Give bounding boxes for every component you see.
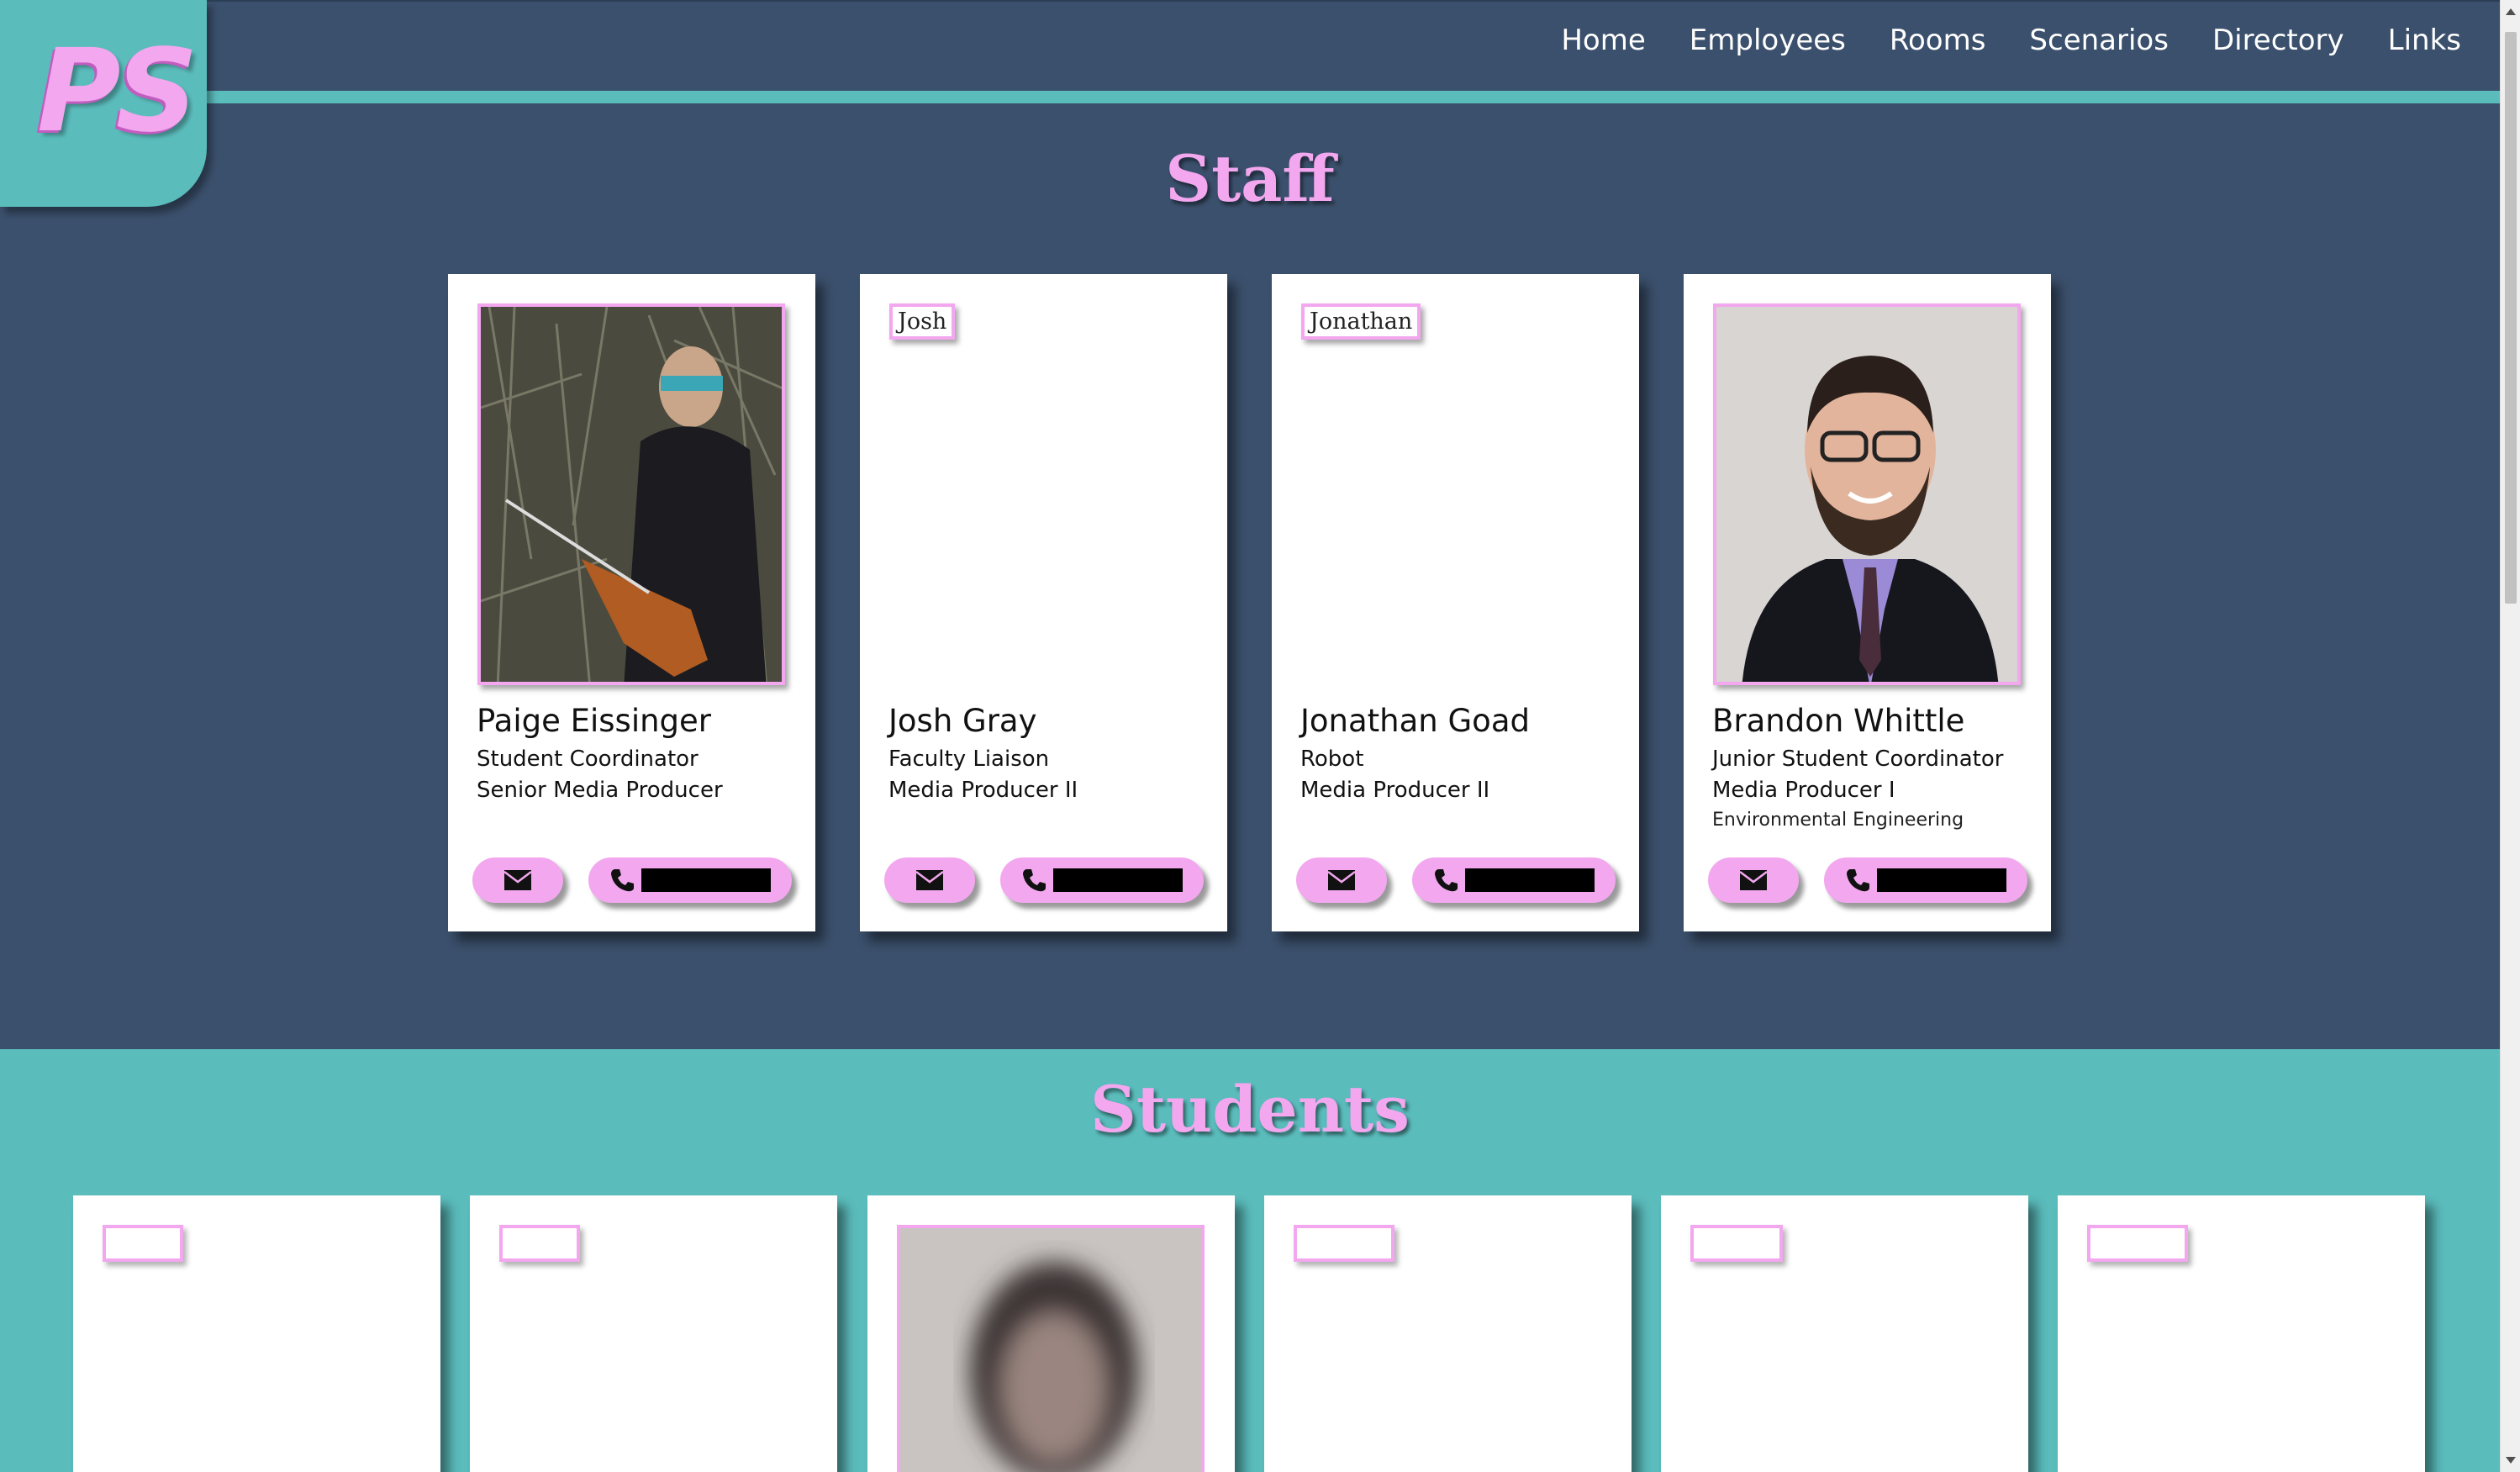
blurred-portrait-photo bbox=[900, 1228, 1201, 1472]
student-card bbox=[470, 1195, 837, 1472]
staff-role: Robot bbox=[1300, 747, 1364, 772]
staff-role: Senior Media Producer bbox=[477, 778, 723, 803]
phone-icon bbox=[1435, 869, 1458, 892]
broken-photo: Jonathan bbox=[1301, 303, 1421, 340]
staff-card: Josh Josh Gray Faculty Liaison Media Pro… bbox=[860, 274, 1227, 931]
scroll-up-icon[interactable] bbox=[2506, 8, 2516, 15]
email-button[interactable] bbox=[884, 857, 975, 903]
staff-name: Paige Eissinger bbox=[477, 703, 712, 739]
redacted-phone-number bbox=[1877, 868, 2006, 892]
student-card bbox=[73, 1195, 440, 1472]
scroll-thumb[interactable] bbox=[2505, 32, 2517, 604]
student-card bbox=[1264, 1195, 1632, 1472]
phone-button[interactable] bbox=[588, 857, 792, 903]
students-title: Students bbox=[1090, 1072, 1410, 1147]
staff-name: Josh Gray bbox=[888, 703, 1037, 739]
staff-name: Jonathan Goad bbox=[1300, 703, 1530, 739]
broken-photo bbox=[499, 1225, 580, 1262]
page-scrollbar[interactable] bbox=[2500, 0, 2520, 1472]
logo-text: PS bbox=[37, 25, 198, 158]
staff-photo bbox=[1713, 303, 2021, 685]
broken-photo bbox=[1294, 1225, 1394, 1262]
student-card bbox=[867, 1195, 1235, 1472]
staff-card: Jonathan Jonathan Goad Robot Media Produ… bbox=[1272, 274, 1639, 931]
envelope-icon bbox=[1327, 870, 1356, 890]
redacted-phone-number bbox=[641, 868, 771, 892]
phone-button[interactable] bbox=[1000, 857, 1204, 903]
staff-card: Brandon Whittle Junior Student Coordinat… bbox=[1684, 274, 2051, 931]
redacted-phone-number bbox=[1465, 868, 1595, 892]
broken-photo bbox=[2087, 1225, 2188, 1262]
staff-department: Environmental Engineering bbox=[1712, 810, 1964, 831]
staff-name: Brandon Whittle bbox=[1712, 703, 1965, 739]
student-card bbox=[2058, 1195, 2425, 1472]
broken-photo bbox=[1690, 1225, 1783, 1262]
logo[interactable]: PS bbox=[0, 0, 207, 207]
guitarist-photo bbox=[481, 307, 782, 682]
envelope-icon bbox=[503, 870, 532, 890]
nav-rooms[interactable]: Rooms bbox=[1890, 24, 1986, 57]
phone-icon bbox=[1023, 869, 1046, 892]
redacted-phone-number bbox=[1053, 868, 1183, 892]
nav-links[interactable]: Links bbox=[2388, 24, 2461, 57]
phone-button[interactable] bbox=[1412, 857, 1616, 903]
student-photo bbox=[897, 1225, 1205, 1472]
email-button[interactable] bbox=[472, 857, 563, 903]
nav-employees[interactable]: Employees bbox=[1690, 24, 1846, 57]
staff-photo bbox=[477, 303, 785, 685]
staff-title: Staff bbox=[1165, 141, 1335, 216]
portrait-photo bbox=[1716, 307, 2017, 682]
broken-photo bbox=[103, 1225, 183, 1262]
nav-scenarios[interactable]: Scenarios bbox=[2029, 24, 2169, 57]
staff-role: Media Producer II bbox=[1300, 778, 1490, 803]
nav-home[interactable]: Home bbox=[1561, 24, 1645, 57]
phone-button[interactable] bbox=[1824, 857, 2027, 903]
email-button[interactable] bbox=[1296, 857, 1387, 903]
email-button[interactable] bbox=[1708, 857, 1799, 903]
staff-role: Media Producer I bbox=[1712, 778, 1895, 803]
staff-role: Media Producer II bbox=[888, 778, 1078, 803]
main-nav: Home Employees Rooms Scenarios Directory… bbox=[1517, 24, 2461, 57]
staff-card: Paige Eissinger Student Coordinator Seni… bbox=[448, 274, 815, 931]
staff-role: Faculty Liaison bbox=[888, 747, 1050, 772]
envelope-icon bbox=[915, 870, 944, 890]
envelope-icon bbox=[1739, 870, 1768, 890]
broken-photo: Josh bbox=[889, 303, 956, 340]
student-card bbox=[1661, 1195, 2028, 1472]
staff-role: Student Coordinator bbox=[477, 747, 699, 772]
header-stripe bbox=[0, 91, 2500, 103]
scroll-down-icon[interactable] bbox=[2506, 1457, 2516, 1464]
nav-directory[interactable]: Directory bbox=[2212, 24, 2344, 57]
phone-icon bbox=[1847, 869, 1869, 892]
phone-icon bbox=[611, 869, 634, 892]
staff-role: Junior Student Coordinator bbox=[1712, 747, 2004, 772]
